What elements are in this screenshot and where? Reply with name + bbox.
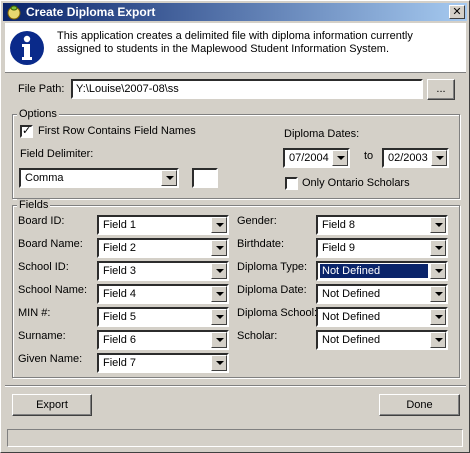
field-select-school-id[interactable]: Field 3 (97, 261, 229, 281)
field-select-min[interactable]: Field 5 (97, 307, 229, 327)
chevron-down-icon[interactable] (332, 150, 348, 166)
info-icon (10, 31, 44, 65)
field-select-school-name[interactable]: Field 4 (97, 284, 229, 304)
field-delimiter-value: Comma (25, 172, 64, 184)
info-text: This application creates a delimited fil… (57, 30, 413, 55)
done-button[interactable]: Done (379, 394, 460, 416)
status-bar (7, 429, 463, 447)
chevron-down-icon[interactable] (211, 263, 227, 279)
file-path-label: File Path: (18, 83, 65, 95)
chevron-down-icon[interactable] (211, 355, 227, 371)
field-select-diploma-school[interactable]: Not Defined (316, 307, 448, 327)
field-select-given-name[interactable]: Field 7 (97, 353, 229, 373)
browse-button[interactable]: ... (427, 79, 455, 100)
field-select-value: Field 5 (103, 311, 137, 323)
field-label-school-id: School ID: (18, 261, 69, 273)
field-label-surname: Surname: (18, 330, 66, 342)
field-delimiter-select[interactable]: Comma (19, 168, 179, 188)
field-select-value: Field 8 (322, 219, 356, 231)
field-select-value: Field 2 (103, 242, 137, 254)
field-select-board-name[interactable]: Field 2 (97, 238, 229, 258)
dialog-window: Create Diploma Export ✕ This application… (0, 0, 470, 453)
chevron-down-icon[interactable] (431, 150, 447, 166)
first-row-label: First Row Contains Field Names (38, 125, 196, 137)
field-delimiter-label: Field Delimiter: (20, 148, 94, 160)
field-select-diploma-date[interactable]: Not Defined (316, 284, 448, 304)
field-select-value: Field 6 (103, 334, 137, 346)
export-button[interactable]: Export (12, 394, 92, 416)
options-group-title: Options (17, 108, 59, 120)
chevron-down-icon[interactable] (211, 240, 227, 256)
window-title: Create Diploma Export (26, 5, 156, 19)
chevron-down-icon[interactable] (211, 286, 227, 302)
close-button[interactable]: ✕ (449, 5, 465, 19)
field-label-diploma-date: Diploma Date: (237, 284, 307, 296)
field-select-value: Field 7 (103, 357, 137, 369)
checkmark-icon: ✓ (22, 125, 32, 137)
title-bar[interactable]: Create Diploma Export ✕ (3, 3, 467, 21)
field-label-min: MIN #: (18, 307, 51, 319)
field-label-given-name: Given Name: (18, 353, 83, 365)
chevron-down-icon[interactable] (430, 263, 446, 279)
field-label-school-name: School Name: (18, 284, 88, 296)
field-select-scholar[interactable]: Not Defined (316, 330, 448, 350)
chevron-down-icon[interactable] (430, 286, 446, 302)
separator (5, 385, 466, 387)
chevron-down-icon[interactable] (211, 217, 227, 233)
field-select-value: Field 4 (103, 288, 137, 300)
date-to-select[interactable]: 02/2003 (382, 148, 449, 168)
close-icon: ✕ (452, 6, 462, 18)
ontario-scholars-checkbox[interactable] (285, 177, 298, 190)
field-label-diploma-school: Diploma School: (237, 307, 318, 319)
field-select-value: Field 1 (103, 219, 137, 231)
field-select-board-id[interactable]: Field 1 (97, 215, 229, 235)
field-select-value: Not Defined (322, 334, 381, 346)
custom-delimiter-input[interactable] (192, 168, 218, 188)
chevron-down-icon[interactable] (430, 332, 446, 348)
info-panel: This application creates a delimited fil… (5, 23, 466, 73)
fields-group-title: Fields (17, 199, 51, 211)
chevron-down-icon[interactable] (430, 217, 446, 233)
date-to-value: 02/2003 (388, 152, 428, 164)
field-label-board-id: Board ID: (18, 215, 65, 227)
field-label-birthdate: Birthdate: (237, 238, 285, 250)
field-select-surname[interactable]: Field 6 (97, 330, 229, 350)
chevron-down-icon[interactable] (430, 309, 446, 325)
chevron-down-icon[interactable] (211, 332, 227, 348)
field-label-diploma-type: Diploma Type: (237, 261, 308, 273)
field-select-value: Not Defined (322, 288, 381, 300)
date-from-value: 07/2004 (289, 152, 329, 164)
ontario-scholars-label: Only Ontario Scholars (302, 177, 410, 189)
to-label: to (364, 150, 374, 162)
app-icon (7, 5, 21, 20)
file-path-input[interactable]: Y:\Louise\2007-08\ss (71, 79, 423, 99)
field-label-scholar: Scholar: (237, 330, 278, 342)
field-select-diploma-type[interactable]: Not Defined (316, 261, 448, 281)
first-row-checkbox[interactable]: ✓ (20, 125, 33, 138)
diploma-dates-label: Diploma Dates: (284, 128, 360, 140)
field-select-gender[interactable]: Field 8 (316, 215, 448, 235)
field-select-value: Not Defined (319, 263, 429, 279)
chevron-down-icon[interactable] (430, 240, 446, 256)
chevron-down-icon[interactable] (161, 170, 177, 186)
field-select-birthdate[interactable]: Field 9 (316, 238, 448, 258)
chevron-down-icon[interactable] (211, 309, 227, 325)
field-select-value: Field 9 (322, 242, 356, 254)
field-label-board-name: Board Name: (18, 238, 83, 250)
date-from-select[interactable]: 07/2004 (283, 148, 350, 168)
field-label-gender: Gender: (237, 215, 277, 227)
field-select-value: Field 3 (103, 265, 137, 277)
field-select-value: Not Defined (322, 311, 381, 323)
